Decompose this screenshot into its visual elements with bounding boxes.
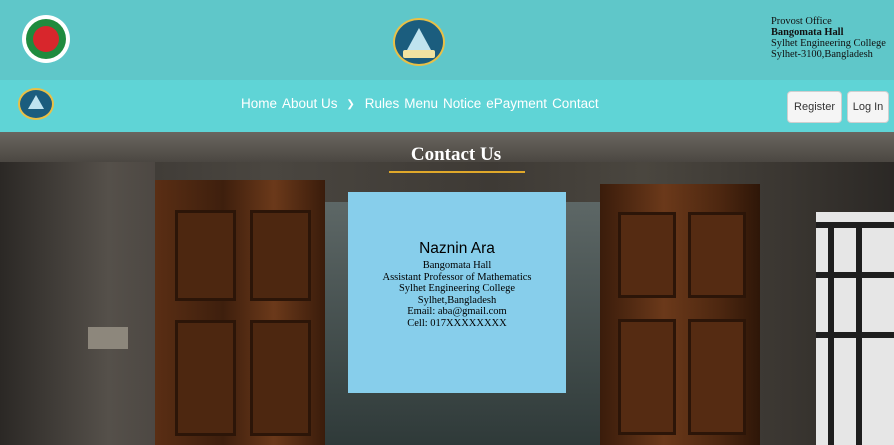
contact-line: Sylhet,Bangladesh: [417, 294, 497, 306]
nav-link-about-us[interactable]: About Us ❯: [282, 96, 360, 111]
nav-links: Home About Us ❯ Rules Menu Notice ePayme…: [241, 96, 604, 111]
contact-email[interactable]: Email: aba@gmail.com: [368, 306, 546, 318]
page-title: Contact Us: [410, 144, 502, 165]
nav-link-rules[interactable]: Rules: [365, 96, 400, 111]
nav-link-home[interactable]: Home: [241, 96, 277, 111]
office-line: Provost Office: [771, 16, 832, 27]
login-button[interactable]: Log In: [847, 91, 889, 123]
hall-logo-icon[interactable]: [393, 18, 445, 66]
nav-link-epayment[interactable]: ePayment: [486, 96, 547, 111]
contact-details: Bangomata Hall Assistant Professor of Ma…: [368, 260, 546, 330]
contact-card: Naznin Ara Bangomata Hall Assistant Prof…: [348, 192, 566, 393]
register-button[interactable]: Register: [787, 91, 842, 123]
government-emblem-icon: [22, 15, 70, 63]
contact-cell[interactable]: Cell: 017XXXXXXXX: [368, 318, 546, 330]
nav-link-contact[interactable]: Contact: [552, 96, 599, 111]
office-line: Sylhet Engineering College: [771, 38, 886, 49]
title-underline: [389, 171, 525, 173]
nav-link-about-us-label: About Us: [282, 96, 338, 111]
chevron-down-icon: ❯: [346, 99, 355, 110]
office-line: Bangomata Hall: [771, 27, 844, 38]
contact-line: Bangomata Hall: [422, 260, 492, 271]
nav-link-notice[interactable]: Notice: [443, 96, 481, 111]
top-header: Provost Office Bangomata Hall Sylhet Eng…: [0, 0, 894, 80]
contact-line: Assistant Professor of Mathematics: [382, 271, 532, 283]
nav-link-menu[interactable]: Menu: [404, 96, 438, 111]
contact-name: Naznin Ara: [419, 240, 495, 257]
provost-office-address: Provost Office Bangomata Hall Sylhet Eng…: [771, 16, 894, 60]
nav-logo-icon[interactable]: [18, 88, 54, 120]
contact-line: Sylhet Engineering College: [398, 283, 516, 295]
main-navbar: Home About Us ❯ Rules Menu Notice ePayme…: [0, 80, 894, 132]
office-line: Sylhet-3100,Bangladesh: [771, 49, 873, 60]
